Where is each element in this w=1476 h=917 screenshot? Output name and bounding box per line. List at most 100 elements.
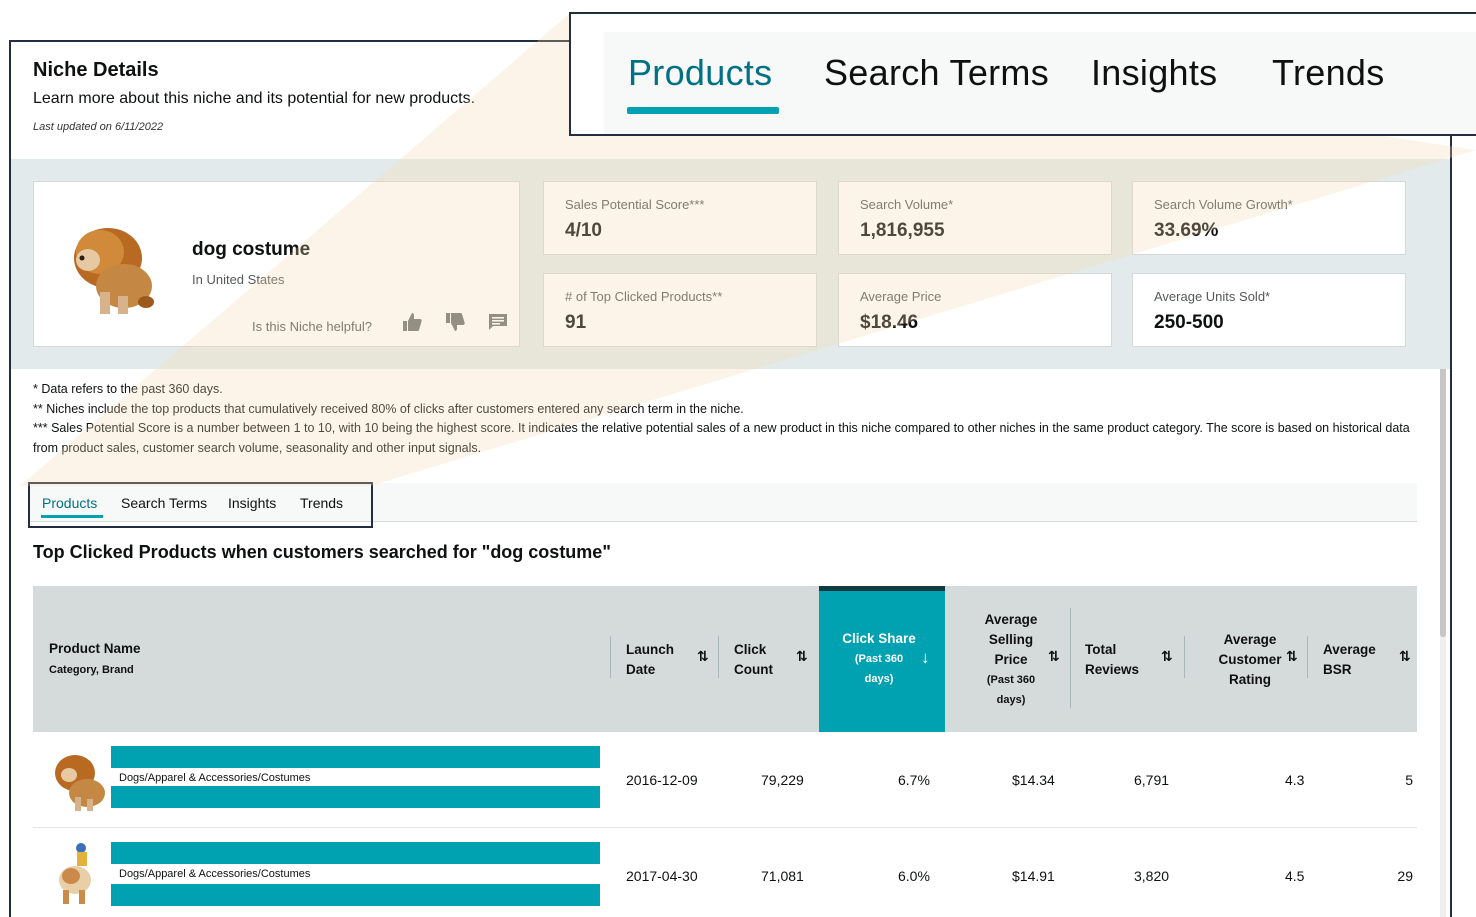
metric-average-units-sold: Average Units Sold* 250-500 bbox=[1132, 273, 1406, 347]
col-share-line1: Click Share bbox=[842, 631, 916, 646]
col-average-bsr[interactable]: Average BSR bbox=[1323, 640, 1376, 680]
col-rating-line2: Customer bbox=[1218, 652, 1282, 667]
col-launch-line1: Launch bbox=[626, 642, 675, 657]
cell-launch-date: 2017-04-30 bbox=[626, 868, 698, 884]
zoomed-tab-search-terms[interactable]: Search Terms bbox=[824, 52, 1049, 94]
column-divider bbox=[610, 636, 611, 678]
helpful-prompt: Is this Niche helpful? bbox=[252, 319, 372, 334]
col-share-line2: (Past 360 bbox=[854, 653, 904, 665]
page-subtitle: Learn more about this niche and its pote… bbox=[33, 90, 476, 107]
col-rating-line1: Average bbox=[1223, 632, 1277, 647]
metric-value: 4/10 bbox=[565, 220, 602, 241]
metric-average-price: Average Price $18.46 bbox=[838, 273, 1112, 347]
zoomed-tab-trends[interactable]: Trends bbox=[1272, 52, 1385, 94]
product-thumbnail bbox=[59, 843, 91, 904]
footnotes: * Data refers to the past 360 days. ** N… bbox=[33, 380, 1423, 458]
col-click-count[interactable]: Click Count bbox=[734, 640, 773, 680]
cell-bsr: 29 bbox=[1397, 868, 1413, 884]
cell-bsr: 5 bbox=[1405, 772, 1413, 788]
sort-icon[interactable]: ⇅ bbox=[1399, 648, 1411, 665]
metric-search-volume: Search Volume* 1,816,955 bbox=[838, 181, 1112, 255]
cell-click-share: 6.0% bbox=[898, 868, 930, 884]
redacted-product-brand bbox=[111, 786, 600, 808]
metric-sales-potential: Sales Potential Score*** 4/10 bbox=[543, 181, 817, 255]
col-click-line2: Count bbox=[734, 662, 773, 677]
sort-icon[interactable]: ⇅ bbox=[1161, 648, 1173, 665]
col-bsr-line1: Average bbox=[1323, 642, 1376, 657]
col-share-line3: days) bbox=[864, 673, 894, 685]
zoomed-active-tab-indicator bbox=[627, 107, 779, 114]
zoomed-tab-insights[interactable]: Insights bbox=[1091, 52, 1217, 94]
page-title: Niche Details bbox=[33, 59, 159, 81]
col-reviews-line2: Reviews bbox=[1085, 662, 1140, 677]
col-product-name[interactable]: Product Name bbox=[49, 639, 141, 659]
cell-rating: 4.3 bbox=[1285, 772, 1305, 788]
col-total-reviews[interactable]: Total Reviews bbox=[1085, 640, 1139, 680]
col-launch-line2: Date bbox=[626, 662, 656, 677]
cell-click-count: 71,081 bbox=[761, 868, 804, 884]
table-row[interactable]: Dogs/Apparel & Accessories/Costumes 2017… bbox=[33, 828, 1417, 917]
section-title: Top Clicked Products when customers sear… bbox=[33, 542, 611, 562]
cell-total-reviews: 6,791 bbox=[1134, 772, 1170, 788]
col-price-line2: Selling bbox=[988, 632, 1034, 647]
metric-top-clicked-products: # of Top Clicked Products** 91 bbox=[543, 273, 817, 347]
cell-total-reviews: 3,820 bbox=[1134, 868, 1170, 884]
redacted-product-brand bbox=[111, 884, 600, 906]
metric-label: Search Volume* bbox=[860, 197, 954, 212]
col-price-line3: Price bbox=[994, 652, 1028, 667]
col-product-sub-text: Category, Brand bbox=[49, 664, 134, 676]
niche-country: In United States bbox=[192, 272, 285, 287]
col-average-selling-price[interactable]: Average Selling Price (Past 360 days) bbox=[971, 610, 1051, 710]
sort-icon[interactable]: ⇅ bbox=[796, 648, 808, 665]
niche-name: dog costume bbox=[192, 239, 311, 260]
footnote-1: * Data refers to the past 360 days. bbox=[33, 382, 223, 396]
sort-icon[interactable]: ⇅ bbox=[1048, 648, 1060, 665]
col-reviews-line1: Total bbox=[1085, 642, 1117, 657]
col-click-line1: Click bbox=[734, 642, 767, 657]
dog-costume-image bbox=[74, 228, 154, 314]
zoomed-tab-products[interactable]: Products bbox=[628, 52, 772, 94]
cell-average-price: $14.34 bbox=[1012, 772, 1055, 788]
redacted-product-title bbox=[111, 746, 600, 768]
comment-icon[interactable] bbox=[486, 313, 510, 335]
niche-details-panel: Niche Details Learn more about this nich… bbox=[9, 40, 1452, 917]
footnote-2: ** Niches include the top products that … bbox=[33, 401, 744, 416]
column-divider bbox=[718, 636, 719, 678]
col-rating-line3: Rating bbox=[1229, 672, 1271, 687]
thumbs-down-icon[interactable] bbox=[443, 313, 467, 335]
table-row[interactable]: Dogs/Apparel & Accessories/Costumes 2016… bbox=[33, 732, 1417, 828]
metric-label: Average Price bbox=[860, 289, 942, 304]
metric-value: 33.69% bbox=[1154, 220, 1219, 241]
metric-value: 1,816,955 bbox=[860, 220, 945, 241]
metric-value: 91 bbox=[565, 312, 587, 333]
metric-search-volume-growth: Search Volume Growth* 33.69% bbox=[1132, 181, 1406, 255]
metric-label: Sales Potential Score*** bbox=[565, 197, 705, 212]
niche-card: dog costume In United States Is this Nic… bbox=[33, 181, 520, 347]
cell-click-share: 6.7% bbox=[898, 772, 930, 788]
tabs-highlight-box bbox=[28, 482, 373, 528]
col-price-line5: days) bbox=[996, 694, 1026, 706]
thumbs-up-icon[interactable] bbox=[400, 313, 424, 335]
metric-value: $18.46 bbox=[860, 312, 919, 333]
metric-label: # of Top Clicked Products** bbox=[565, 289, 723, 304]
col-bsr-line2: BSR bbox=[1323, 662, 1352, 677]
column-divider bbox=[1307, 636, 1308, 678]
redacted-product-title bbox=[111, 842, 600, 864]
col-click-share[interactable]: Click Share (Past 360 days) bbox=[829, 629, 929, 689]
col-product-sub: Category, Brand bbox=[49, 659, 134, 680]
metric-value: 250-500 bbox=[1154, 312, 1224, 333]
product-thumbnail bbox=[55, 755, 105, 811]
cell-launch-date: 2016-12-09 bbox=[626, 772, 698, 788]
cell-rating: 4.5 bbox=[1285, 868, 1305, 884]
sort-desc-arrow-icon[interactable]: ↓ bbox=[921, 648, 930, 668]
col-average-customer-rating[interactable]: Average Customer Rating bbox=[1206, 630, 1294, 690]
cell-average-price: $14.91 bbox=[1012, 868, 1055, 884]
metric-label: Average Units Sold* bbox=[1154, 289, 1271, 304]
col-price-line1: Average bbox=[984, 612, 1038, 627]
product-category: Dogs/Apparel & Accessories/Costumes bbox=[119, 868, 311, 880]
product-category: Dogs/Apparel & Accessories/Costumes bbox=[119, 772, 311, 784]
sort-icon[interactable]: ⇅ bbox=[697, 648, 709, 665]
cell-click-count: 79,229 bbox=[761, 772, 804, 788]
col-launch-date[interactable]: Launch Date bbox=[626, 640, 674, 680]
sort-icon[interactable]: ⇅ bbox=[1286, 648, 1298, 665]
